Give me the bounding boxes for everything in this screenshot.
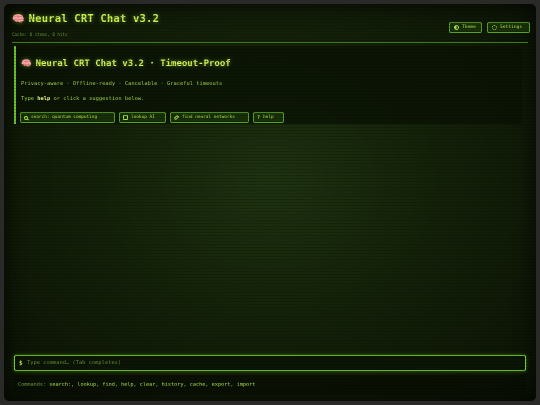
suggestion-find-button[interactable]: find neural networks xyxy=(170,112,249,123)
cache-status: Cache: 0 items, 0 hits xyxy=(12,32,68,37)
welcome-title: 🧠 Neural CRT Chat v3.2 · Timeout-Proof xyxy=(21,59,231,69)
feature-list: Privacy-aware · Offline-ready · Cancelab… xyxy=(21,81,223,87)
theme-button-label: Theme xyxy=(462,25,476,30)
app-window: 🧠 Neural CRT Chat v3.2 Cache: 0 items, 0 … xyxy=(4,4,536,401)
command-help-label: Commands: xyxy=(18,382,47,388)
welcome-message: 🧠 Neural CRT Chat v3.2 · Timeout-Proof Pr… xyxy=(14,46,522,124)
hint-suffix: or click a suggestion below. xyxy=(53,96,145,102)
search-icon xyxy=(24,115,28,120)
settings-button-label: Settings xyxy=(500,25,523,30)
app-title-text: Neural CRT Chat v3.2 xyxy=(28,13,160,25)
app-header: 🧠 Neural CRT Chat v3.2 Cache: 0 items, 0 … xyxy=(12,12,530,43)
prompt-symbol: $ xyxy=(19,359,23,367)
command-help: Commands: search:, lookup, find, help, c… xyxy=(14,375,526,395)
hint-prefix: Type xyxy=(21,96,34,102)
app-title: 🧠 Neural CRT Chat v3.2 xyxy=(12,13,159,25)
welcome-title-text: Neural CRT Chat v3.2 · Timeout-Proof xyxy=(35,59,231,69)
command-help-text: Commands: search:, lookup, find, help, c… xyxy=(18,382,255,388)
suggestion-label: help xyxy=(263,115,274,120)
suggestion-label: search: quantum computing xyxy=(31,115,98,120)
theme-button[interactable]: Theme xyxy=(449,22,482,33)
question-icon: ? xyxy=(257,114,261,121)
lookup-icon xyxy=(123,115,128,120)
link-icon xyxy=(173,114,180,121)
brain-icon: 🧠 xyxy=(21,59,32,69)
suggestion-label: lookup AI xyxy=(131,115,155,120)
brain-icon: 🧠 xyxy=(12,14,25,25)
suggestion-search-button[interactable]: search: quantum computing xyxy=(20,112,115,123)
settings-button[interactable]: Settings xyxy=(487,22,530,33)
hint-keyword: help xyxy=(37,96,51,102)
suggestion-help-button[interactable]: ? help xyxy=(253,112,284,123)
command-input[interactable] xyxy=(27,358,517,368)
suggestion-label: find neural networks xyxy=(182,115,235,120)
welcome-hint: Type help or click a suggestion below. xyxy=(21,96,144,102)
gear-icon xyxy=(492,25,497,30)
contrast-icon xyxy=(454,25,459,30)
command-list: search:, lookup, find, help, clear, hist… xyxy=(49,382,256,388)
command-bar: $ xyxy=(14,355,526,371)
suggestion-lookup-button[interactable]: lookup AI xyxy=(119,112,166,123)
